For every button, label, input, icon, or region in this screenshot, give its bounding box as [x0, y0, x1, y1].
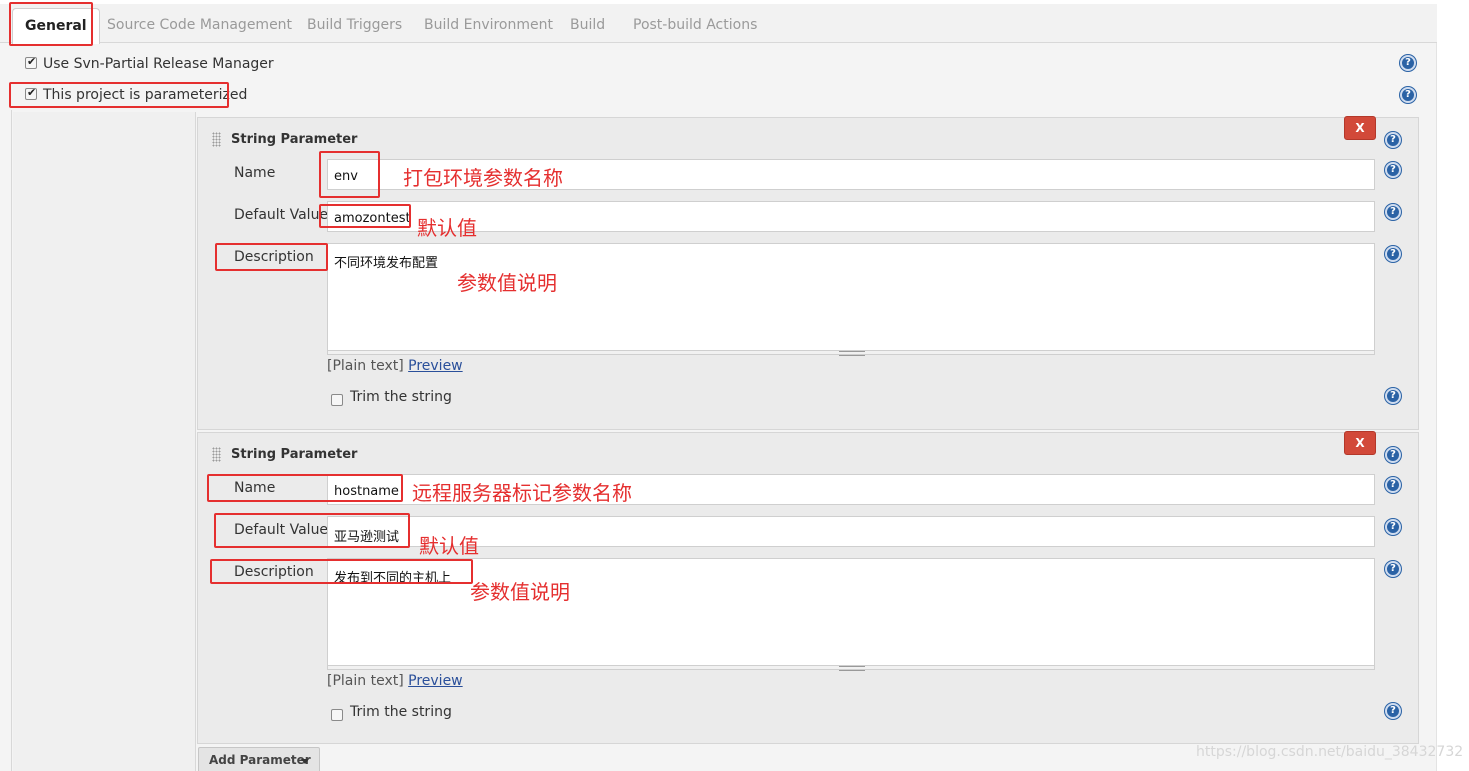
- trim-label: Trim the string: [350, 389, 452, 405]
- preview-link[interactable]: Preview: [408, 673, 463, 689]
- config-tabbar: General Source Code Management Build Tri…: [0, 4, 1437, 44]
- tab-build-triggers[interactable]: Build Triggers: [307, 17, 402, 33]
- annotation-default-text: 默认值: [417, 216, 477, 240]
- delete-parameter-button[interactable]: X: [1344, 116, 1376, 140]
- annotation-box-description: [215, 243, 328, 271]
- annotation-box-default: [319, 204, 411, 228]
- annotation-box-description: [210, 559, 473, 584]
- trim-label: Trim the string: [350, 704, 452, 720]
- annotation-box-default: [214, 513, 410, 548]
- default-value-input[interactable]: 亚马逊测试: [327, 516, 1375, 547]
- annotation-description-text: 参数值说明: [470, 580, 570, 604]
- annotation-default-text: 默认值: [419, 534, 479, 558]
- help-icon[interactable]: ?: [1400, 87, 1416, 103]
- tab-post-build-actions[interactable]: Post-build Actions: [633, 17, 757, 33]
- add-parameter-button[interactable]: Add Parameter: [198, 747, 320, 771]
- textarea-resize-handle[interactable]: [327, 666, 1375, 671]
- help-icon[interactable]: ?: [1385, 447, 1401, 463]
- help-icon[interactable]: ?: [1385, 204, 1401, 220]
- help-icon[interactable]: ?: [1400, 55, 1416, 71]
- svn-partial-checkbox[interactable]: [25, 55, 37, 69]
- annotation-box-general-tab: [9, 2, 93, 46]
- preview-link[interactable]: Preview: [408, 358, 463, 374]
- help-icon[interactable]: ?: [1385, 246, 1401, 262]
- drag-handle-icon[interactable]: [212, 132, 221, 147]
- help-icon[interactable]: ?: [1385, 477, 1401, 493]
- drag-handle-icon[interactable]: [212, 447, 221, 462]
- annotation-description-text: 参数值说明: [457, 271, 557, 295]
- description-textarea[interactable]: 不同环境发布配置: [327, 243, 1375, 351]
- plain-text-label: [Plain text]: [327, 673, 404, 689]
- help-icon[interactable]: ?: [1385, 388, 1401, 404]
- annotation-name-text: 远程服务器标记参数名称: [412, 481, 632, 505]
- add-parameter-label: Add Parameter: [209, 753, 311, 767]
- help-icon[interactable]: ?: [1385, 703, 1401, 719]
- name-label: Name: [234, 165, 276, 181]
- trim-checkbox[interactable]: [331, 394, 343, 406]
- delete-parameter-button[interactable]: X: [1344, 431, 1376, 455]
- parameters-indent: [13, 112, 196, 771]
- svn-partial-label: Use Svn-Partial Release Manager: [43, 56, 274, 72]
- parameter-title: String Parameter: [231, 132, 358, 147]
- tab-build[interactable]: Build: [570, 17, 605, 33]
- default-value-label: Default Value: [234, 207, 329, 223]
- textarea-resize-handle[interactable]: [327, 351, 1375, 356]
- annotation-box-name: [319, 151, 380, 198]
- default-value-input[interactable]: amozontest: [327, 201, 1375, 232]
- help-icon[interactable]: ?: [1385, 561, 1401, 577]
- tab-source-code-management[interactable]: Source Code Management: [107, 17, 292, 33]
- dropdown-caret-icon: [301, 759, 309, 764]
- format-note: [Plain text] Preview: [327, 358, 463, 374]
- format-note: [Plain text] Preview: [327, 673, 463, 689]
- tab-build-environment[interactable]: Build Environment: [424, 17, 553, 33]
- help-icon[interactable]: ?: [1385, 162, 1401, 178]
- trim-checkbox[interactable]: [331, 709, 343, 721]
- description-textarea[interactable]: 发布到不同的主机上: [327, 558, 1375, 666]
- annotation-box-parameterized: [9, 82, 229, 108]
- parameter-title: String Parameter: [231, 447, 358, 462]
- help-icon[interactable]: ?: [1385, 519, 1401, 535]
- watermark: https://blog.csdn.net/baidu_38432732: [1196, 744, 1464, 760]
- annotation-name-text: 打包环境参数名称: [403, 166, 563, 190]
- help-icon[interactable]: ?: [1385, 132, 1401, 148]
- annotation-box-name: [207, 474, 403, 502]
- plain-text-label: [Plain text]: [327, 358, 404, 374]
